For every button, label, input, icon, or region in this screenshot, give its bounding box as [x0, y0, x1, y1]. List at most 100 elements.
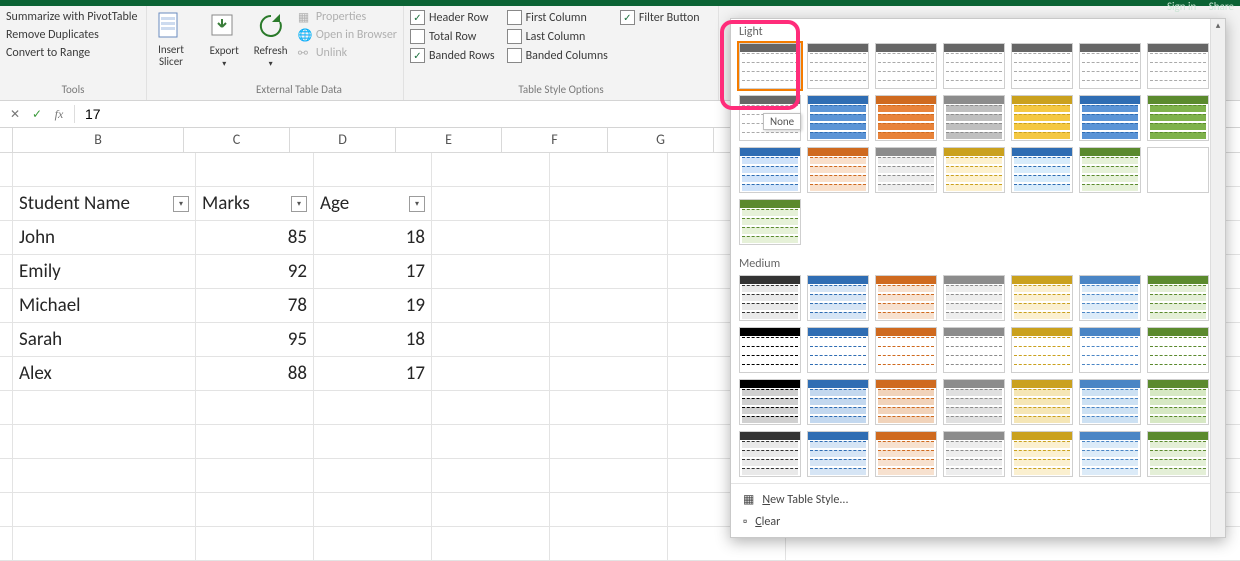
table-style-swatch[interactable] — [1079, 275, 1141, 321]
open-in-browser-cmd: 🌐Open in Browser — [298, 28, 397, 42]
share-button[interactable]: Share — [1209, 0, 1234, 13]
gallery-scrollbar[interactable]: ▴ — [1210, 19, 1225, 537]
table-style-swatch[interactable] — [875, 431, 937, 477]
chk-banded-columns[interactable]: Banded Columns — [507, 48, 608, 63]
table-style-swatch[interactable] — [739, 275, 801, 321]
table-style-swatch[interactable] — [1147, 95, 1209, 141]
properties-icon: ▦ — [298, 10, 312, 24]
unlink-cmd: ⚯Unlink — [298, 46, 397, 60]
table-style-swatch[interactable] — [807, 95, 869, 141]
table-style-swatch[interactable] — [739, 431, 801, 477]
group-title-style-options: Table Style Options — [404, 83, 718, 100]
group-title-external: External Table Data — [195, 83, 403, 100]
group-title-tools: Tools — [0, 83, 146, 100]
chk-banded-rows[interactable]: Banded Rows — [410, 48, 495, 63]
table-style-swatch[interactable] — [1011, 431, 1073, 477]
table-style-swatch[interactable] — [739, 43, 801, 89]
fx-icon[interactable]: fx — [52, 107, 66, 122]
table-style-swatch[interactable] — [1011, 275, 1073, 321]
export-icon — [208, 10, 240, 42]
table-style-swatch[interactable] — [875, 379, 937, 425]
convert-to-range[interactable]: Convert to Range — [6, 46, 138, 60]
table-style-swatch[interactable] — [1079, 43, 1141, 89]
table-style-swatch[interactable] — [1011, 95, 1073, 141]
table-style-swatch[interactable] — [943, 95, 1005, 141]
summarize-pivottable[interactable]: Summarize with PivotTable — [6, 10, 138, 24]
table-style-swatch[interactable] — [1079, 327, 1141, 373]
section-light: Light — [731, 19, 1225, 43]
filter-dropdown[interactable]: ▾ — [173, 196, 189, 212]
formula-input[interactable] — [83, 105, 487, 123]
table-style-swatch[interactable] — [807, 275, 869, 321]
table-style-swatch[interactable] — [875, 275, 937, 321]
filter-dropdown[interactable]: ▾ — [291, 196, 307, 212]
table-style-swatch[interactable] — [807, 147, 869, 193]
table-style-swatch[interactable] — [875, 95, 937, 141]
col-header[interactable]: F — [502, 128, 608, 152]
chk-last-column[interactable]: Last Column — [507, 29, 608, 44]
table-style-swatch[interactable] — [875, 327, 937, 373]
table-style-swatch[interactable] — [807, 327, 869, 373]
table-style-swatch[interactable] — [1079, 379, 1141, 425]
table-icon: ▦ — [743, 492, 754, 507]
refresh-icon — [255, 10, 287, 42]
table-header[interactable]: Marks▾ — [196, 187, 314, 220]
tooltip-none: None — [763, 113, 801, 130]
table-style-swatch[interactable] — [739, 327, 801, 373]
table-style-swatch[interactable] — [875, 43, 937, 89]
table-style-swatch[interactable] — [1079, 431, 1141, 477]
enter-icon[interactable]: ✓ — [30, 107, 44, 122]
sign-in-link[interactable]: Sign in — [1167, 0, 1196, 13]
table-style-swatch[interactable] — [1079, 95, 1141, 141]
export-button[interactable]: Export▾ — [201, 10, 247, 83]
table-style-swatch[interactable] — [943, 327, 1005, 373]
table-style-swatch[interactable] — [1147, 327, 1209, 373]
table-style-swatch[interactable] — [943, 431, 1005, 477]
section-medium: Medium — [731, 251, 1225, 275]
table-style-swatch[interactable] — [807, 379, 869, 425]
table-style-swatch[interactable] — [943, 43, 1005, 89]
remove-duplicates[interactable]: Remove Duplicates — [6, 28, 138, 42]
table-style-swatch[interactable] — [943, 147, 1005, 193]
table-style-swatch[interactable] — [1147, 379, 1209, 425]
table-style-swatch[interactable] — [1079, 147, 1141, 193]
new-table-style[interactable]: ▦NNew Table Style...ew Table Style... — [731, 488, 1225, 511]
table-styles-gallery[interactable]: ▴ None Light Medium ▦NNew Table Style...… — [730, 18, 1226, 538]
table-style-swatch[interactable] — [1011, 327, 1073, 373]
table-style-swatch[interactable] — [943, 275, 1005, 321]
insert-slicer-button[interactable]: Insert Slicer — [153, 10, 189, 83]
table-header[interactable]: Student Name▾ — [13, 187, 196, 220]
table-style-swatch[interactable] — [1147, 275, 1209, 321]
col-header[interactable]: D — [290, 128, 396, 152]
col-header[interactable]: C — [184, 128, 290, 152]
table-style-swatch[interactable] — [1011, 379, 1073, 425]
chk-filter-button[interactable]: Filter Button — [620, 10, 700, 25]
table-style-swatch[interactable] — [739, 147, 801, 193]
chk-total-row[interactable]: Total Row — [410, 29, 495, 44]
top-right-area: Sign in Share — [1167, 0, 1234, 13]
clear-style[interactable]: ▫Clear — [731, 511, 1225, 533]
filter-dropdown[interactable]: ▾ — [409, 196, 425, 212]
browser-icon: 🌐 — [298, 28, 312, 42]
table-style-swatch[interactable] — [875, 147, 937, 193]
slicer-icon — [155, 10, 187, 42]
col-header[interactable]: G — [608, 128, 714, 152]
table-style-swatch[interactable] — [1011, 43, 1073, 89]
chk-first-column[interactable]: First Column — [507, 10, 608, 25]
table-style-swatch[interactable] — [807, 431, 869, 477]
chk-header-row[interactable]: Header Row — [410, 10, 495, 25]
col-header[interactable]: E — [396, 128, 502, 152]
table-style-swatch[interactable] — [807, 43, 869, 89]
unlink-icon: ⚯ — [298, 46, 312, 60]
refresh-button[interactable]: Refresh▾ — [247, 10, 293, 83]
cancel-icon[interactable]: ✕ — [8, 107, 22, 122]
table-style-swatch[interactable] — [1147, 431, 1209, 477]
table-style-swatch[interactable] — [739, 379, 801, 425]
table-style-swatch[interactable] — [1147, 43, 1209, 89]
table-style-swatch[interactable] — [1011, 147, 1073, 193]
table-header[interactable]: Age▾ — [314, 187, 432, 220]
col-header[interactable]: B — [13, 128, 184, 152]
table-style-swatch[interactable] — [739, 199, 801, 245]
table-style-swatch[interactable] — [1147, 147, 1209, 193]
table-style-swatch[interactable] — [943, 379, 1005, 425]
